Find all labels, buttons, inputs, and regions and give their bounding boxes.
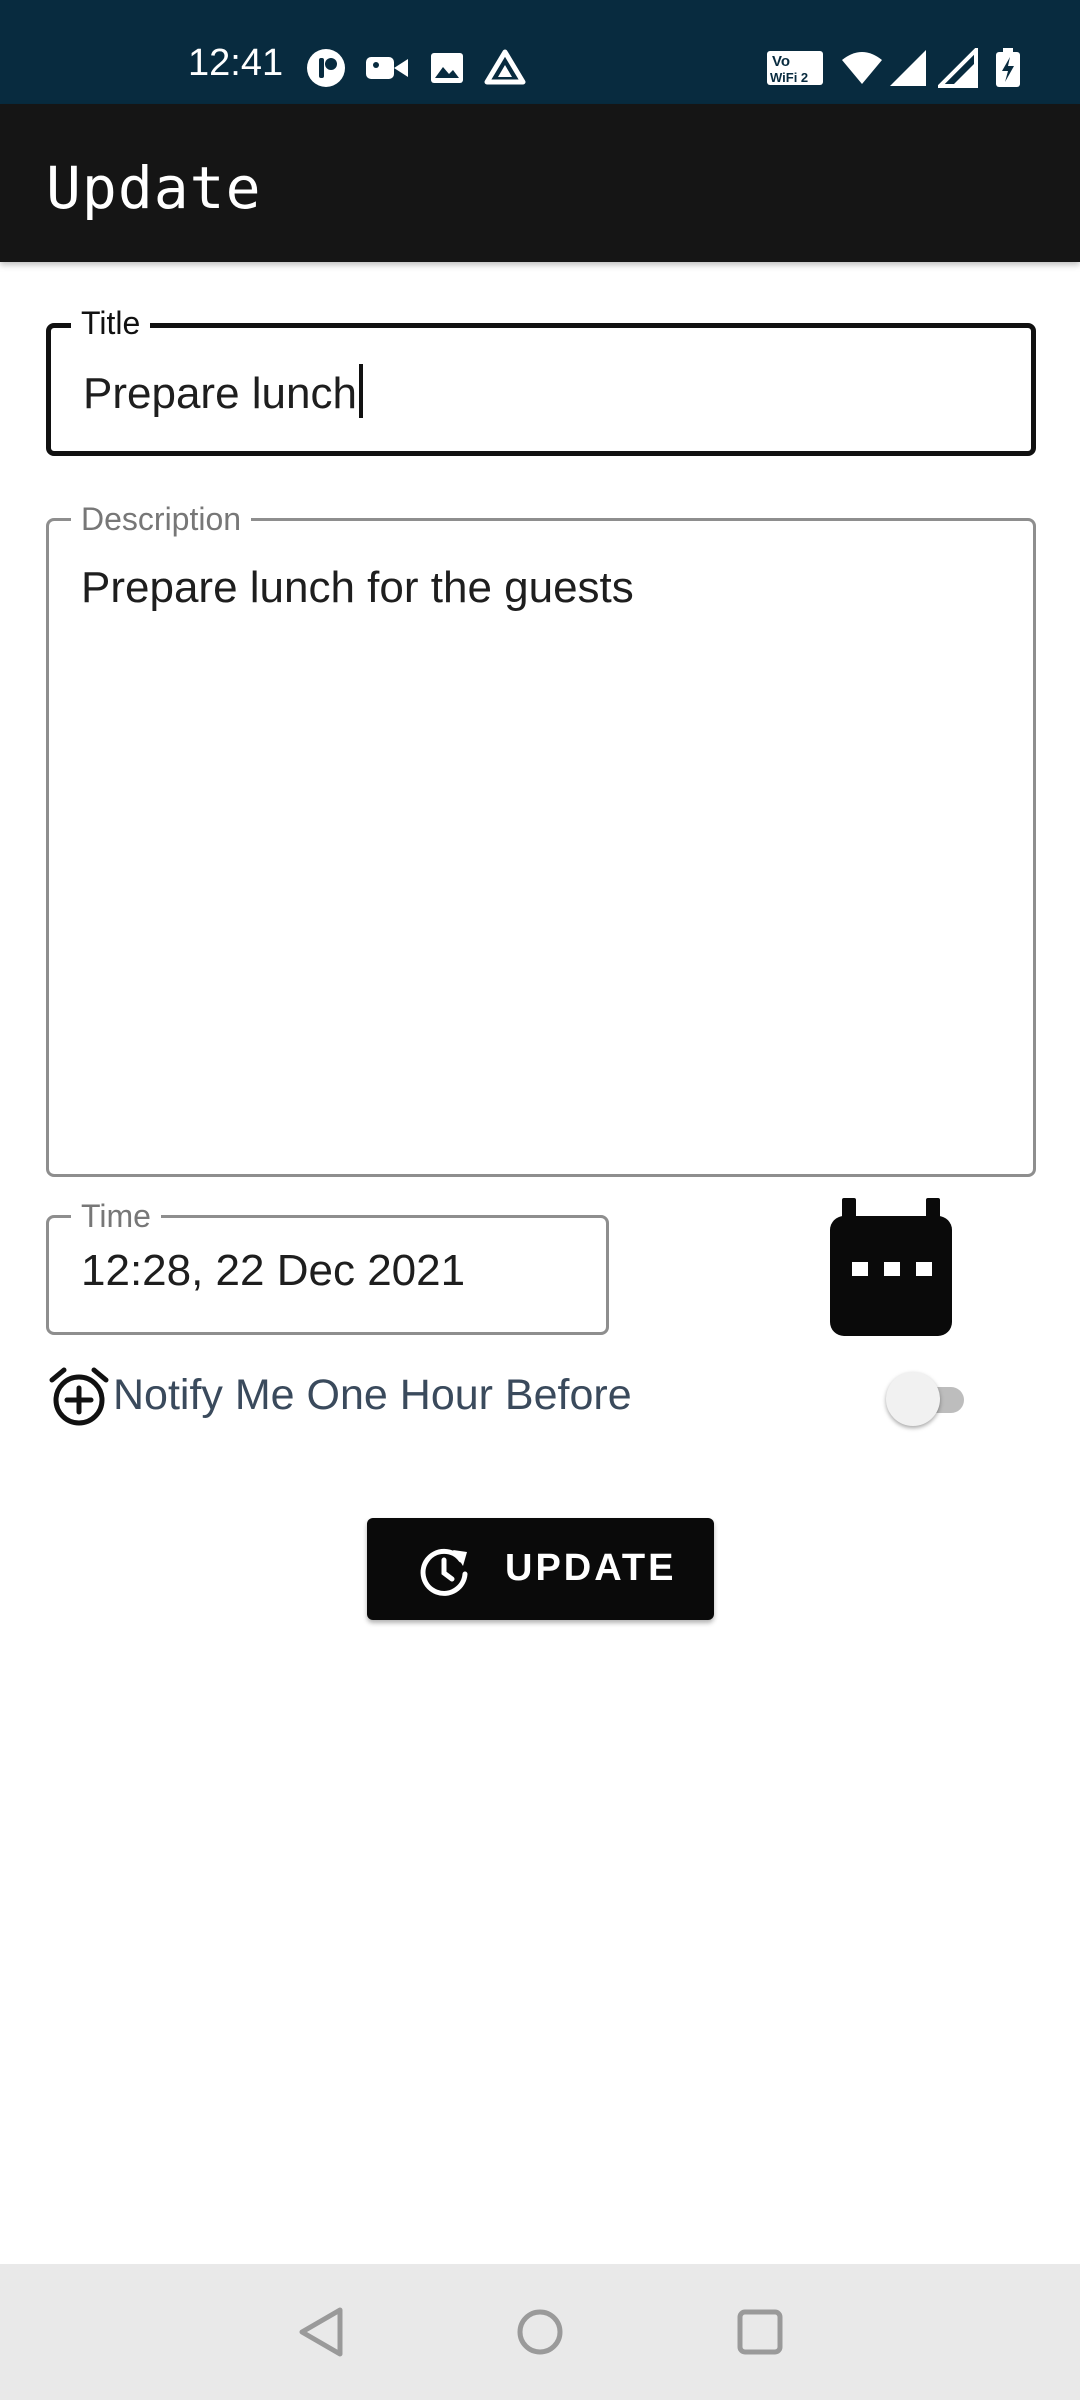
video-camera-icon (366, 57, 408, 79)
recents-icon[interactable] (728, 2300, 792, 2364)
text-cursor (358, 364, 363, 418)
home-icon[interactable] (508, 2300, 572, 2364)
drive-icon (484, 49, 526, 85)
status-bar: 12:41 Vo WiFi 2 (0, 0, 1080, 104)
notification-app-icon (307, 49, 345, 87)
time-field-value: 12:28, 22 Dec 2021 (81, 1246, 466, 1295)
title-field[interactable]: Title Prepare lunch (46, 306, 1036, 456)
update-icon (420, 1548, 468, 1596)
vowifi-icon: Vo WiFi 2 (767, 51, 823, 85)
calendar-icon[interactable] (822, 1196, 962, 1342)
description-field-label: Description (71, 502, 252, 536)
time-field[interactable]: Time 12:28, 22 Dec 2021 (46, 1199, 609, 1335)
notify-toggle[interactable] (884, 1372, 984, 1428)
alarm-add-icon (49, 1367, 109, 1426)
signal-icon-2 (938, 48, 978, 88)
vowifi-text-top: Vo (772, 53, 790, 70)
back-icon[interactable] (290, 2300, 354, 2364)
title-field-value: Prepare lunch (83, 369, 357, 418)
signal-icon (890, 50, 926, 86)
title-field-label: Title (71, 306, 151, 340)
update-button-label: UPDATE (505, 1547, 677, 1589)
description-field-value: Prepare lunch for the guests (81, 563, 634, 612)
time-field-label: Time (71, 1199, 161, 1233)
navigation-bar (0, 2264, 1080, 2400)
description-field[interactable]: Description Prepare lunch for the guests (46, 502, 1036, 1177)
battery-charging-icon (996, 48, 1020, 87)
notify-label: Notify Me One Hour Before (113, 1371, 632, 1419)
page-title: Update (46, 154, 262, 222)
app-bar: Update (0, 104, 1080, 262)
image-icon (431, 53, 463, 83)
status-time: 12:41 (188, 42, 284, 84)
update-button[interactable]: UPDATE (367, 1518, 714, 1620)
notify-toggle-thumb (886, 1372, 940, 1426)
vowifi-text-bottom: WiFi 2 (770, 70, 808, 85)
wifi-icon (842, 52, 882, 84)
